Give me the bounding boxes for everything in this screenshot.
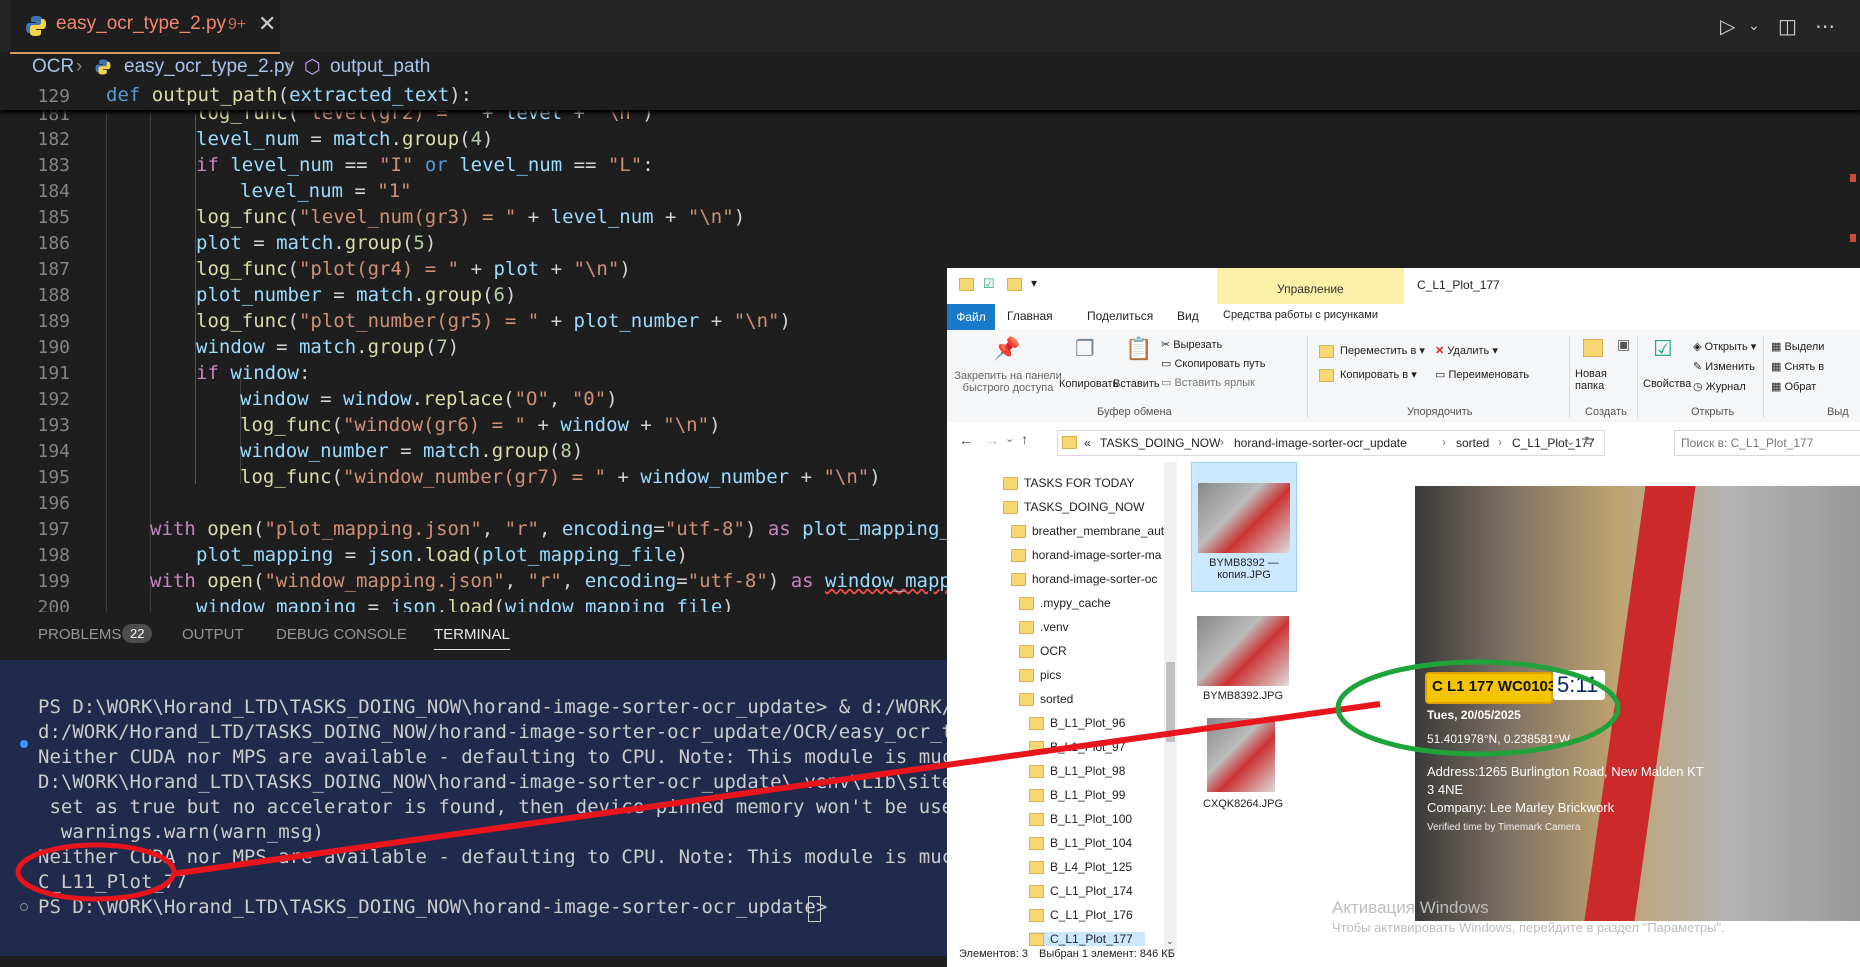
annotation-overlay (15, 659, 1621, 902)
red-ellipse-annotation (15, 842, 177, 902)
red-arrow-annotation (171, 701, 1381, 877)
green-ellipse-annotation (1335, 659, 1621, 757)
